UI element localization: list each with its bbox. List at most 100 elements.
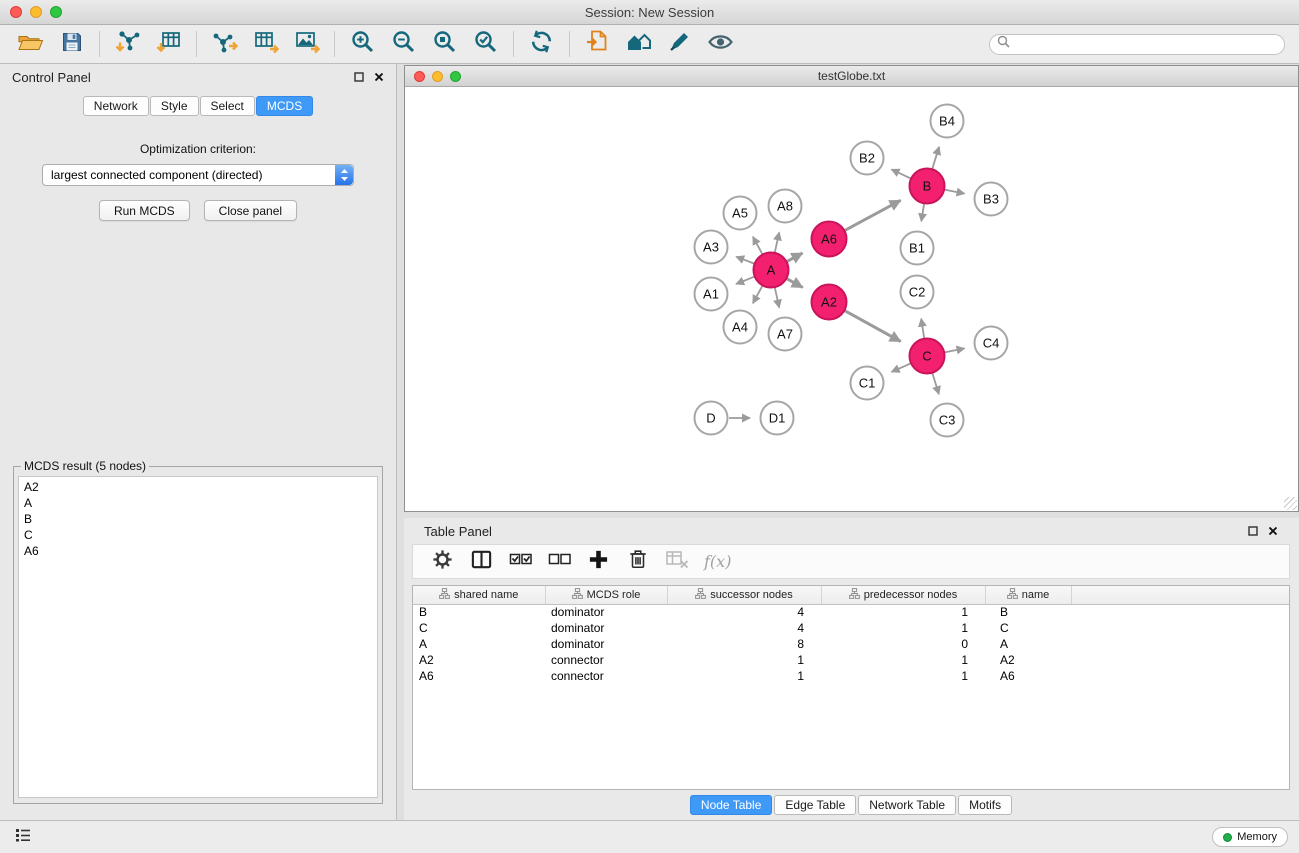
show-hide-button[interactable] [702,29,739,59]
float-table-panel-icon[interactable] [1248,526,1258,536]
optimization-criterion-select[interactable]: largest connected component (directed) [42,164,354,186]
run-mcds-button[interactable]: Run MCDS [99,200,190,221]
zoom-fit-button[interactable] [426,29,463,59]
column-header-successor-nodes[interactable]: successor nodes [667,586,821,604]
table-cell[interactable]: 1 [821,668,985,684]
column-header-MCDS-role[interactable]: MCDS role [545,586,667,604]
control-tab-select[interactable]: Select [200,96,255,116]
graph-node-D[interactable]: D [695,402,728,435]
add-button[interactable] [579,548,618,576]
table-cell[interactable]: A [413,636,545,652]
open-file-button[interactable] [12,29,49,59]
table-cell[interactable]: B [413,604,545,620]
columns-button[interactable] [462,548,501,576]
memory-button[interactable]: Memory [1212,827,1288,847]
control-tab-style[interactable]: Style [150,96,199,116]
graph-node-B2[interactable]: B2 [851,142,884,175]
column-header-shared-name[interactable]: shared name [413,586,545,604]
table-cell[interactable]: 8 [667,636,821,652]
table-cell[interactable]: A2 [413,652,545,668]
graph-node-A2[interactable]: A2 [812,285,847,320]
destroy-table-button[interactable] [657,548,696,576]
table-cell[interactable]: A2 [985,652,1071,668]
control-tab-network[interactable]: Network [83,96,149,116]
table-cell[interactable]: 1 [821,620,985,636]
graph-node-A1[interactable]: A1 [695,278,728,311]
table-cell[interactable]: connector [545,652,667,668]
graph-node-C2[interactable]: C2 [901,276,934,309]
export-image-button[interactable] [288,29,325,59]
function-builder-button[interactable]: f(x) [696,548,739,576]
control-tab-mcds[interactable]: MCDS [256,96,313,116]
table-cell[interactable]: B [985,604,1071,620]
search-input[interactable] [1015,37,1277,51]
export-network-button[interactable] [206,29,243,59]
table-cell[interactable]: 1 [667,652,821,668]
float-panel-icon[interactable] [354,72,364,82]
graph-node-C3[interactable]: C3 [931,404,964,437]
mcds-result-item[interactable]: A2 [24,479,372,495]
save-session-button[interactable] [53,29,90,59]
close-table-panel-icon[interactable] [1268,526,1278,536]
table-cell[interactable]: connector [545,668,667,684]
mcds-result-item[interactable]: A6 [24,543,372,559]
table-cell[interactable]: 4 [667,620,821,636]
close-panel-icon[interactable] [374,72,384,82]
zoom-in-button[interactable] [344,29,381,59]
graph-node-A6[interactable]: A6 [812,222,847,257]
graph-node-C[interactable]: C [910,339,945,374]
table-cell[interactable]: dominator [545,620,667,636]
import-network-button[interactable] [109,29,146,59]
graph-node-A7[interactable]: A7 [769,318,802,351]
show-panels-button[interactable] [11,827,35,847]
column-header-name[interactable]: name [985,586,1071,604]
refresh-layout-button[interactable] [523,29,560,59]
table-tab-network-table[interactable]: Network Table [858,795,956,815]
graph-node-A[interactable]: A [754,253,789,288]
graph-node-B3[interactable]: B3 [975,183,1008,216]
graph-node-A8[interactable]: A8 [769,190,802,223]
table-tab-motifs[interactable]: Motifs [958,795,1012,815]
graph-node-A5[interactable]: A5 [724,197,757,230]
table-cell[interactable]: 0 [821,636,985,652]
zoom-out-button[interactable] [385,29,422,59]
delete-button[interactable] [618,548,657,576]
table-cell[interactable]: C [985,620,1071,636]
network-minimize-button[interactable] [432,71,443,82]
maximize-window-button[interactable] [50,6,62,18]
graph-node-C4[interactable]: C4 [975,327,1008,360]
table-cell[interactable]: A [985,636,1071,652]
mcds-result-item[interactable]: A [24,495,372,511]
deselect-all-button[interactable] [540,548,579,576]
table-cell[interactable]: dominator [545,604,667,620]
mcds-result-item[interactable]: C [24,527,372,543]
graph-node-C1[interactable]: C1 [851,367,884,400]
graph-node-B1[interactable]: B1 [901,232,934,265]
network-maximize-button[interactable] [450,71,461,82]
minimize-window-button[interactable] [30,6,42,18]
close-window-button[interactable] [10,6,22,18]
table-cell[interactable]: dominator [545,636,667,652]
table-cell[interactable]: 4 [667,604,821,620]
close-panel-button[interactable]: Close panel [204,200,297,221]
export-table-button[interactable] [247,29,284,59]
graph-node-D1[interactable]: D1 [761,402,794,435]
table-cell[interactable]: 1 [821,604,985,620]
zoom-selected-button[interactable] [467,29,504,59]
graph-node-A3[interactable]: A3 [695,231,728,264]
column-header-predecessor-nodes[interactable]: predecessor nodes [821,586,985,604]
mcds-result-item[interactable]: B [24,511,372,527]
select-all-button[interactable] [501,548,540,576]
graph-node-A4[interactable]: A4 [724,311,757,344]
import-document-button[interactable] [579,29,616,59]
settings-button[interactable] [423,548,462,576]
table-cell[interactable]: C [413,620,545,636]
table-tab-edge-table[interactable]: Edge Table [774,795,856,815]
table-tab-node-table[interactable]: Node Table [690,795,773,815]
home-button[interactable] [620,29,657,59]
table-cell[interactable]: 1 [821,652,985,668]
network-canvas[interactable]: B4B2BB3A5A8A6A3B1AA1C2A2A4A7C4CC1C3DD1 [405,87,1298,511]
table-cell[interactable]: A6 [985,668,1071,684]
import-table-button[interactable] [150,29,187,59]
graph-node-B4[interactable]: B4 [931,105,964,138]
